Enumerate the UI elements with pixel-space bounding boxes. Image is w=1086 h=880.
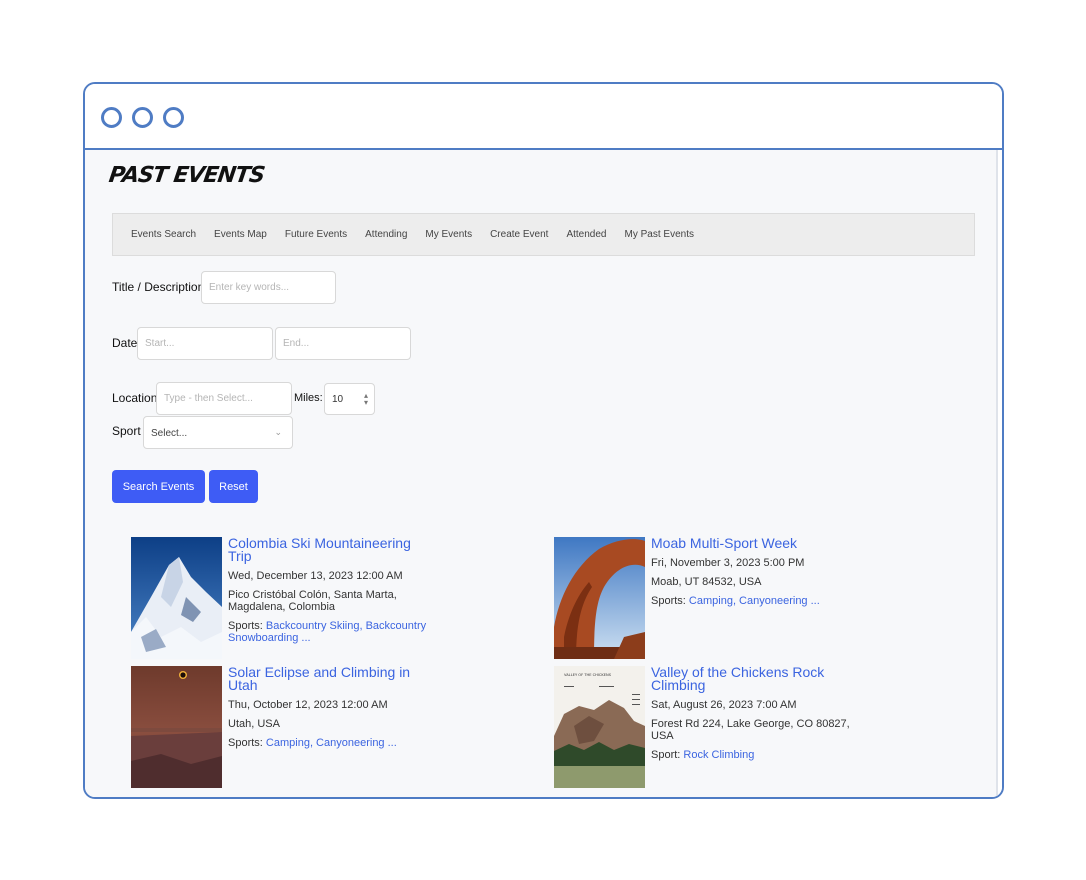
event-location: Pico Cristóbal Colón, Santa Marta, Magda…	[228, 589, 397, 613]
event-sports-link[interactable]: Rock Climbing	[683, 749, 754, 761]
event-card[interactable]: Colombia Ski Mountaineering Trip Wed, De…	[131, 536, 451, 659]
window-control-minimize[interactable]	[132, 107, 153, 128]
nav-my-past-events[interactable]: My Past Events	[625, 229, 694, 240]
location-label: Location	[112, 391, 158, 405]
scrollbar[interactable]	[996, 150, 1002, 797]
event-image-arch[interactable]	[554, 537, 645, 659]
event-sports-link[interactable]: Camping, Canyoneering ...	[689, 595, 820, 607]
sport-label: Sport	[112, 424, 141, 438]
event-date: Wed, December 13, 2023 12:00 AM	[228, 570, 403, 582]
chevron-down-icon: ⌄	[274, 427, 282, 437]
nav-my-events[interactable]: My Events	[425, 229, 472, 240]
stepper-arrows-icon[interactable]: ▴ ▾	[364, 392, 368, 407]
window-control-maximize[interactable]	[163, 107, 184, 128]
event-image-eclipse[interactable]	[131, 666, 222, 788]
browser-window: PAST EVENTS Events Search Events Map Fut…	[83, 82, 1004, 799]
event-title-link[interactable]: Colombia Ski Mountaineering Trip	[228, 536, 438, 563]
event-location: Utah, USA	[228, 718, 280, 730]
miles-label: Miles:	[294, 392, 323, 404]
nav-attending[interactable]: Attending	[365, 229, 407, 240]
events-nav: Events Search Events Map Future Events A…	[112, 213, 975, 256]
page-content: PAST EVENTS Events Search Events Map Fut…	[85, 150, 1000, 797]
event-image-rock-formation[interactable]: VALLEY OF THE CHICKENS	[554, 666, 645, 788]
sport-select[interactable]: Select... ⌄	[143, 416, 293, 449]
event-card[interactable]: VALLEY OF THE CHICKENS Valley of the Chi…	[554, 665, 874, 788]
miles-stepper[interactable]: 10 ▴ ▾	[324, 383, 375, 415]
event-date: Sat, August 26, 2023 7:00 AM	[651, 699, 797, 711]
location-input[interactable]	[156, 382, 292, 415]
date-label: Date	[112, 336, 138, 350]
event-card[interactable]: Solar Eclipse and Climbing in Utah Thu, …	[131, 665, 451, 788]
event-title-link[interactable]: Moab Multi-Sport Week	[651, 536, 861, 550]
nav-events-search[interactable]: Events Search	[131, 229, 196, 240]
event-sports-link[interactable]: Camping, Canyoneering ...	[266, 737, 397, 749]
date-end-input[interactable]	[275, 327, 411, 360]
window-titlebar	[85, 84, 1002, 150]
event-title-link[interactable]: Valley of the Chickens Rock Climbing	[651, 665, 861, 692]
image-caption-text: VALLEY OF THE CHICKENS	[564, 673, 612, 677]
nav-events-map[interactable]: Events Map	[214, 229, 267, 240]
nav-attended[interactable]: Attended	[566, 229, 606, 240]
nav-create-event[interactable]: Create Event	[490, 229, 548, 240]
event-image-snowy-mountain[interactable]	[131, 537, 222, 659]
window-control-close[interactable]	[101, 107, 122, 128]
event-title-link[interactable]: Solar Eclipse and Climbing in Utah	[228, 665, 438, 692]
sport-select-value: Select...	[151, 428, 188, 439]
date-start-input[interactable]	[137, 327, 273, 360]
event-location: Moab, UT 84532, USA	[651, 576, 762, 588]
event-location: Forest Rd 224, Lake George, CO 80827, US…	[651, 718, 850, 742]
search-events-button[interactable]: Search Events	[112, 470, 205, 503]
event-date: Fri, November 3, 2023 5:00 PM	[651, 557, 805, 569]
event-card[interactable]: Moab Multi-Sport Week Fri, November 3, 2…	[554, 536, 874, 659]
title-description-label: Title / Description	[112, 280, 205, 294]
event-sports-label: Sport:	[651, 749, 681, 761]
reset-button[interactable]: Reset	[209, 470, 258, 503]
event-sports-label: Sports:	[651, 595, 686, 607]
event-sports-label: Sports:	[228, 737, 263, 749]
event-date: Thu, October 12, 2023 12:00 AM	[228, 699, 388, 711]
title-description-input[interactable]	[201, 271, 336, 304]
nav-future-events[interactable]: Future Events	[285, 229, 347, 240]
miles-value: 10	[332, 394, 344, 405]
page-title: PAST EVENTS	[107, 163, 266, 188]
event-sports-label: Sports:	[228, 620, 263, 632]
